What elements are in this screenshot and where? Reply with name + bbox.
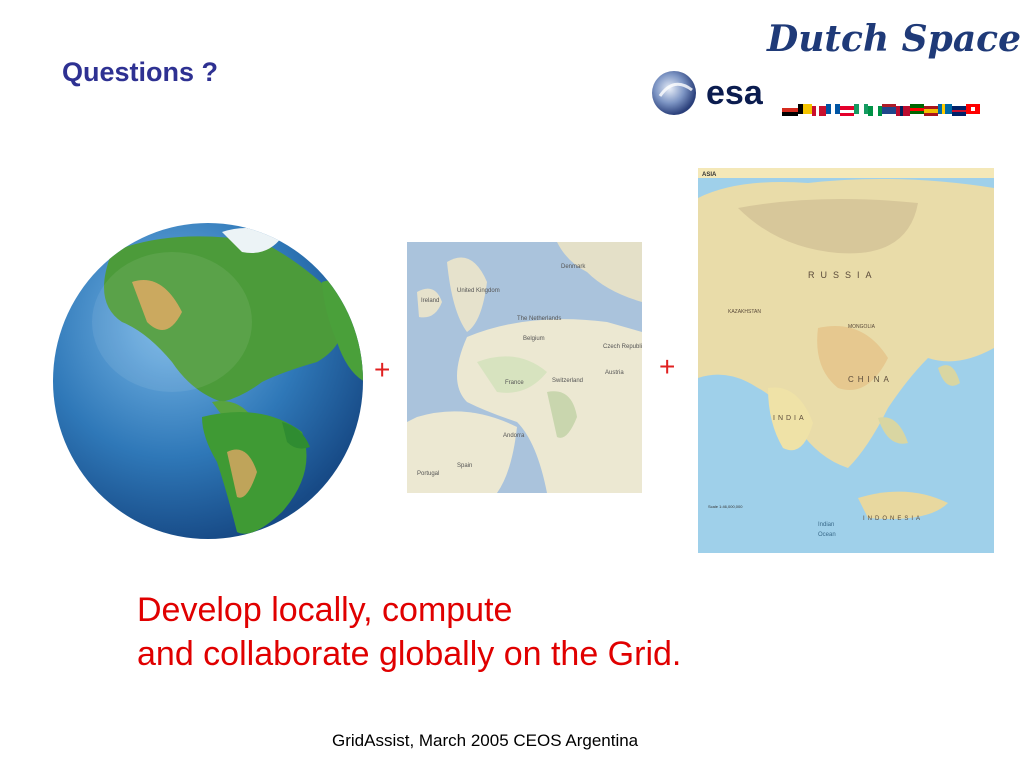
svg-text:Andorra: Andorra [503,433,525,439]
svg-text:CHINA: CHINA [848,375,893,384]
tagline: Develop locally, compute and collaborate… [137,588,681,676]
tagline-line-2: and collaborate globally on the Grid. [137,635,682,673]
esa-globe-icon [652,71,696,115]
svg-text:Belgium: Belgium [523,336,545,342]
svg-text:Switzerland: Switzerland [552,378,583,384]
svg-text:Czech Republic: Czech Republic [603,344,642,350]
svg-text:INDIA: INDIA [773,415,807,422]
asia-map-image: ASIA RUSSIA KAZAKHSTAN MONGOLIA CHINA IN… [698,168,994,553]
plus-sign-1: + [374,354,391,385]
slide-title: Questions ? [62,57,219,87]
svg-text:ASIA: ASIA [702,172,717,178]
esa-wordmark: esa [706,74,764,112]
flags-strip [782,104,980,116]
svg-text:United Kingdom: United Kingdom [457,288,500,294]
svg-text:Austria: Austria [605,370,624,376]
europe-map-image: Denmark United Kingdom Ireland The Nethe… [407,242,642,493]
svg-text:The Netherlands: The Netherlands [517,316,561,322]
svg-text:Spain: Spain [457,463,472,469]
svg-text:RUSSIA: RUSSIA [808,270,878,280]
svg-text:Scale 1:46,000,000: Scale 1:46,000,000 [708,504,743,509]
svg-text:Portugal: Portugal [417,471,439,477]
globe-americas-image [53,223,363,539]
svg-text:KAZAKHSTAN: KAZAKHSTAN [728,309,761,315]
svg-text:Denmark: Denmark [561,264,586,270]
svg-text:MONGOLIA: MONGOLIA [848,324,876,330]
svg-text:INDONESIA: INDONESIA [863,516,923,522]
dutch-space-logo: Dutch Space [767,18,1021,60]
slide-footer: GridAssist, March 2005 CEOS Argentina [332,731,639,750]
svg-text:Indian: Indian [818,522,834,528]
svg-text:France: France [505,380,524,386]
esa-logo: esa [652,71,980,116]
plus-sign-2: + [659,351,676,382]
tagline-line-1: Develop locally, compute [137,591,513,629]
svg-text:Ireland: Ireland [421,298,439,304]
svg-text:Ocean: Ocean [818,532,836,538]
